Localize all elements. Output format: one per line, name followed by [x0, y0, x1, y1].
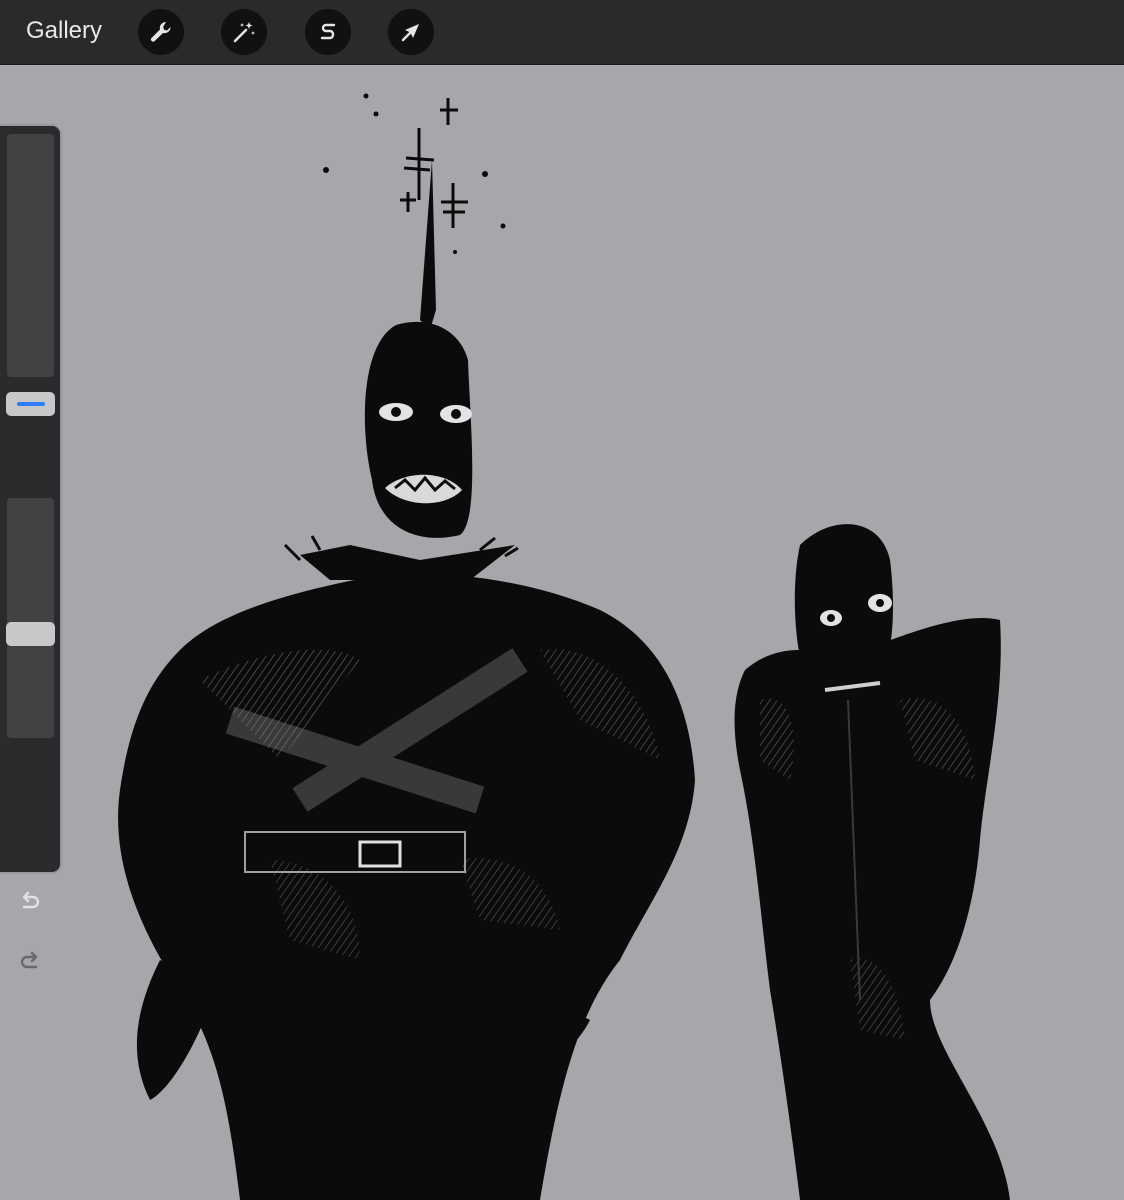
opacity-slider[interactable]	[7, 498, 54, 738]
redo-icon[interactable]	[15, 946, 45, 976]
selection-s-icon	[320, 23, 336, 40]
actions-button[interactable]	[138, 9, 184, 55]
drawing-canvas[interactable]	[0, 65, 1124, 1200]
side-toolbar	[0, 126, 60, 969]
artwork	[118, 93, 1010, 1200]
dots-decoration	[323, 93, 506, 254]
magic-wand-icon	[233, 22, 255, 43]
brush-size-indicator	[16, 402, 45, 406]
arrow-cursor-icon	[401, 24, 419, 42]
figure-right	[734, 524, 1010, 1200]
wrench-icon	[150, 21, 171, 42]
adjustments-button[interactable]	[221, 9, 267, 55]
undo-icon[interactable]	[15, 886, 45, 916]
selection-button[interactable]	[305, 9, 351, 55]
brush-size-thumb[interactable]	[6, 392, 55, 416]
transform-button[interactable]	[388, 9, 434, 55]
opacity-thumb[interactable]	[6, 622, 55, 646]
gallery-button[interactable]: Gallery	[26, 14, 102, 48]
top-toolbar: Gallery	[0, 0, 1124, 65]
brush-size-slider[interactable]	[7, 134, 54, 377]
figure-left	[118, 160, 696, 1200]
crosses-decoration	[400, 98, 468, 228]
